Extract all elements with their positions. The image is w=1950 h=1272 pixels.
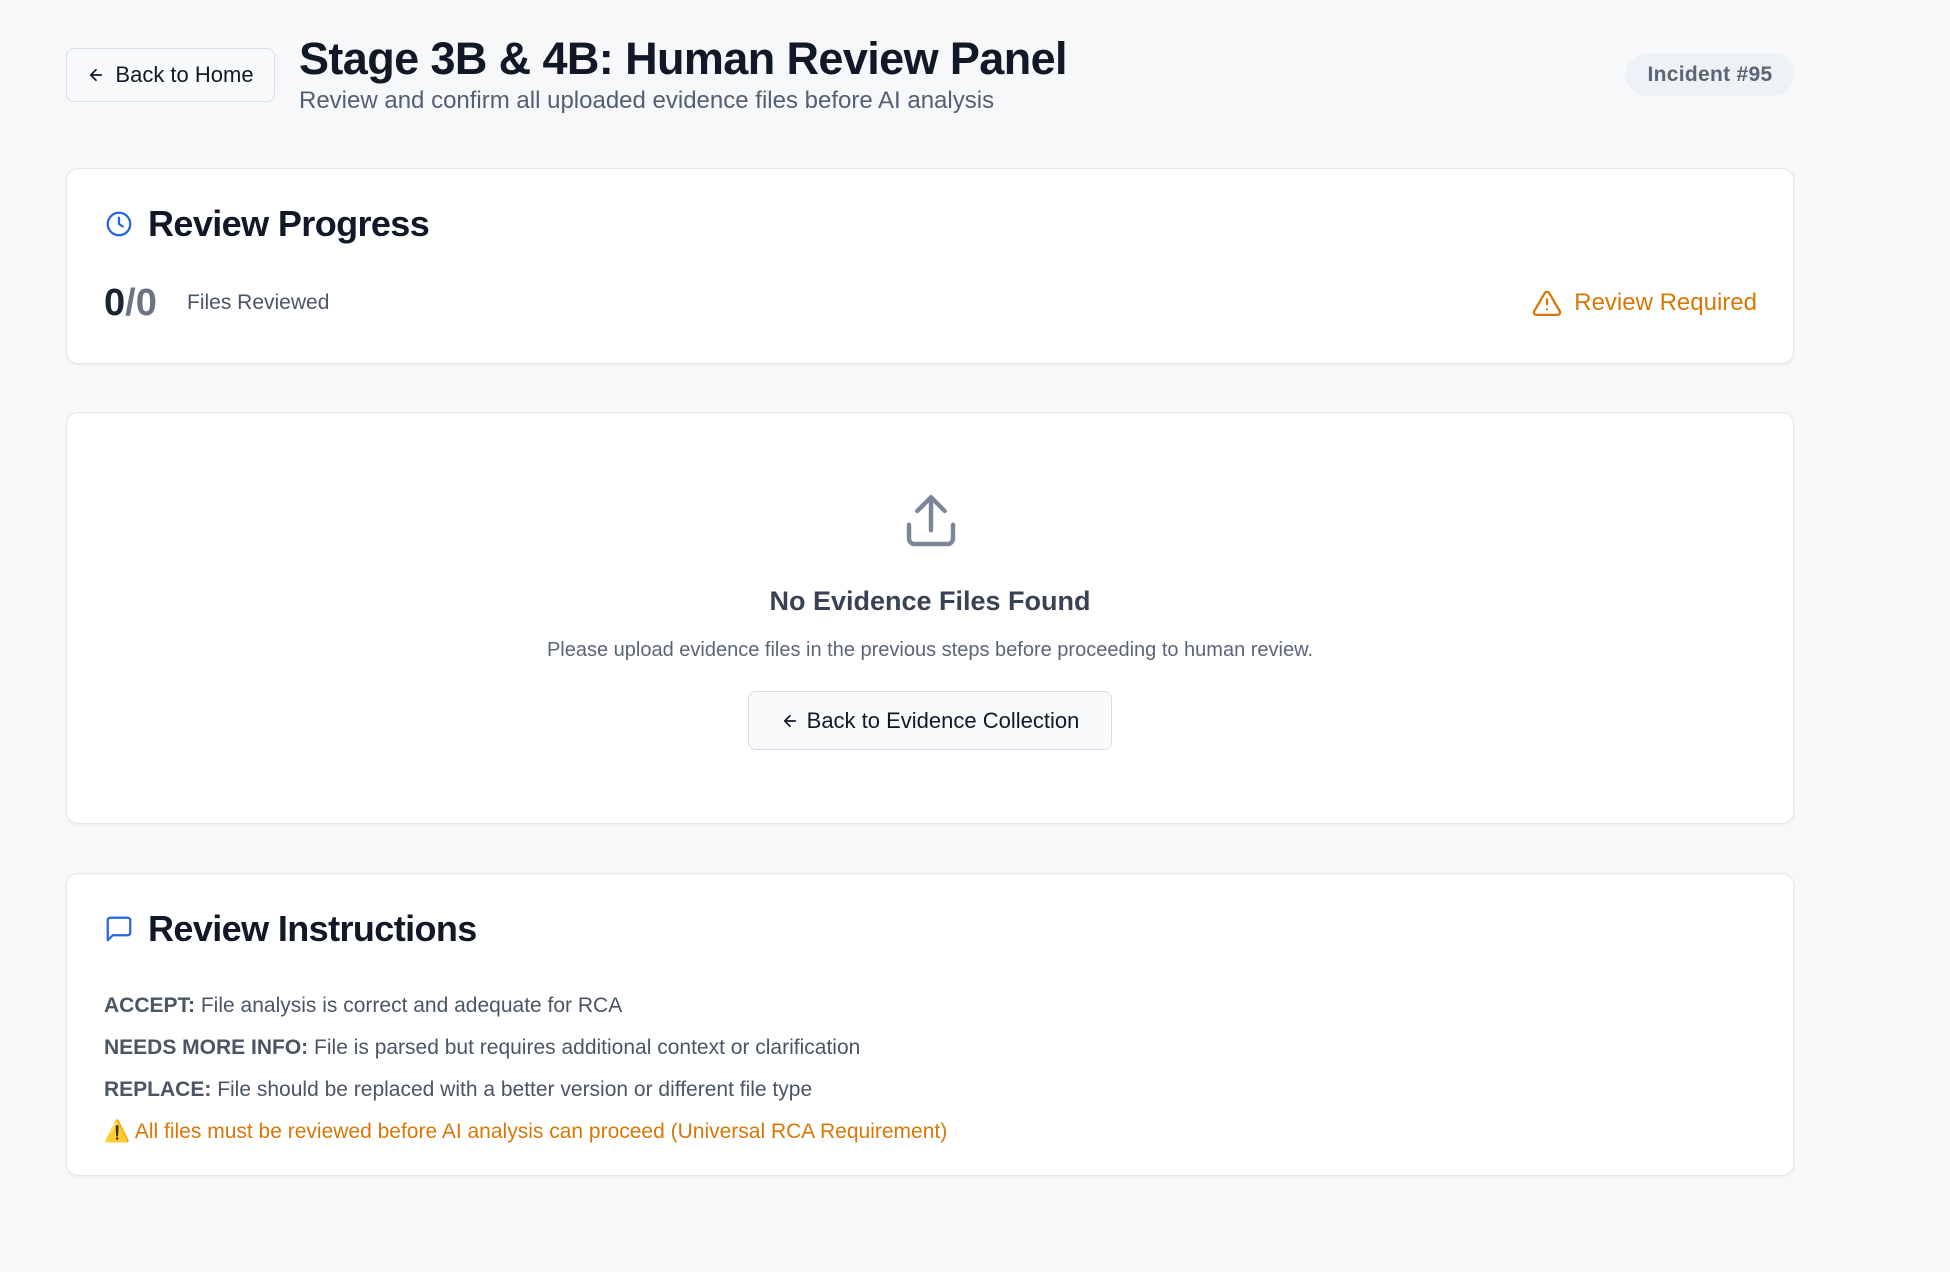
total-count: 0 <box>135 282 157 324</box>
arrow-left-icon <box>783 714 796 727</box>
progress-separator: / <box>125 282 136 324</box>
instruction-text: File should be replaced with a better ve… <box>217 1078 813 1101</box>
page-subtitle: Review and confirm all uploaded evidence… <box>299 87 995 114</box>
instruction-item-needs-more-info: NEEDS MORE INFO: File is parsed but requ… <box>104 1027 1204 1069</box>
incident-badge: Incident #95 <box>1626 53 1794 96</box>
instruction-label: NEEDS MORE INFO: <box>104 1036 309 1059</box>
evidence-files-card: No Evidence Files Found Please upload ev… <box>66 412 1794 824</box>
review-required-status: Review Required <box>1532 288 1757 318</box>
instruction-item-accept: ACCEPT: File analysis is correct and ade… <box>104 985 1204 1027</box>
files-reviewed-label: Files Reviewed <box>187 291 330 314</box>
review-progress-count: 0/0 <box>104 282 157 324</box>
instruction-text: File is parsed but requires additional c… <box>314 1036 861 1059</box>
page-header: Back to Home Stage 3B & 4B: Human Review… <box>66 30 1794 125</box>
page-title: Stage 3B & 4B: Human Review Panel <box>299 33 1068 84</box>
instruction-text: File analysis is correct and adequate fo… <box>200 994 623 1017</box>
warning-triangle-icon <box>1533 290 1562 316</box>
instruction-warning-text: All files must be reviewed before AI ana… <box>134 1120 948 1143</box>
instructions-list: ACCEPT: File analysis is correct and ade… <box>104 985 1204 1153</box>
instruction-warning: ⚠️ All files must be reviewed before AI … <box>104 1111 1204 1153</box>
empty-state-title: No Evidence Files Found <box>769 586 1091 616</box>
empty-evidence-state: No Evidence Files Found Please upload ev… <box>67 413 1793 823</box>
back-to-evidence-collection-label: Back to Evidence Collection <box>806 707 1080 733</box>
review-instructions-header: Review Instructions <box>104 908 477 950</box>
clock-icon <box>106 211 132 237</box>
review-progress-header: Review Progress <box>104 203 430 245</box>
instruction-label: ACCEPT: <box>104 994 196 1017</box>
instruction-item-replace: REPLACE: File should be replaced with a … <box>104 1069 1204 1111</box>
reviewed-count: 0 <box>104 282 126 324</box>
back-to-evidence-collection-button[interactable]: Back to Evidence Collection <box>748 691 1112 750</box>
back-to-home-button[interactable]: Back to Home <box>66 48 275 102</box>
human-review-page: Back to Home Stage 3B & 4B: Human Review… <box>0 0 1950 1272</box>
review-required-label: Review Required <box>1574 289 1757 316</box>
instruction-label: REPLACE: <box>104 1078 212 1101</box>
review-progress-title: Review Progress <box>148 203 430 244</box>
upload-icon <box>906 495 956 547</box>
review-instructions-title: Review Instructions <box>148 908 477 949</box>
warning-emoji-icon: ⚠️ <box>104 1120 131 1143</box>
message-square-icon <box>106 916 132 942</box>
review-progress-card: Review Progress 0/0 Files Reviewed Revie… <box>66 168 1794 364</box>
review-instructions-card: Review Instructions ACCEPT: File analysi… <box>66 873 1794 1176</box>
back-to-home-label: Back to Home <box>115 62 254 87</box>
empty-state-message: Please upload evidence files in the prev… <box>546 639 1314 661</box>
arrow-left-icon <box>90 68 103 82</box>
